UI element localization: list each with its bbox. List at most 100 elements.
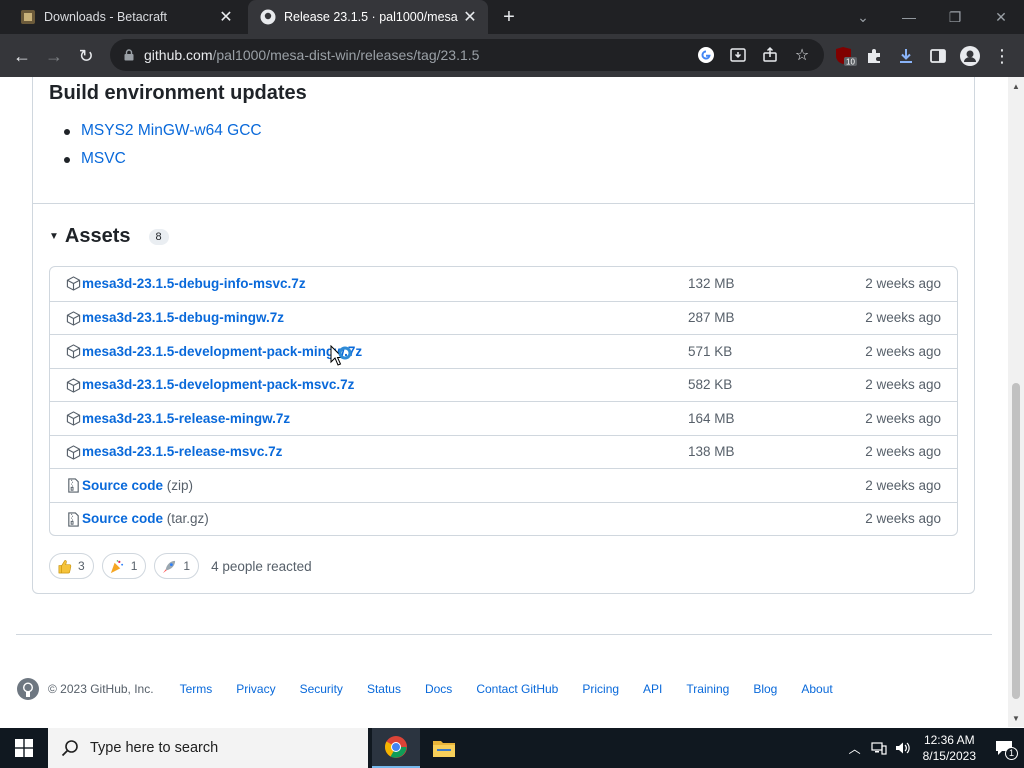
asset-download-link[interactable]: Source code (tar.gz) <box>82 511 209 526</box>
reaction-count: 1 <box>130 559 138 573</box>
section-divider <box>33 203 974 204</box>
downloads-icon[interactable] <box>892 42 920 70</box>
build-environment-heading: Build environment updates <box>49 82 307 104</box>
close-tab-icon[interactable]: ✕ <box>458 5 482 29</box>
asset-row: mesa3d-23.1.5-development-pack-msvc.7z 58… <box>50 367 957 402</box>
taskbar-chrome-icon[interactable] <box>372 728 420 768</box>
reload-icon[interactable]: ↻ <box>72 42 100 70</box>
github-release-page: Build environment updates MSYS2 MinGW-w6… <box>0 77 1008 727</box>
asset-download-link[interactable]: Source code (zip) <box>82 478 193 493</box>
network-icon[interactable] <box>867 728 891 768</box>
tab-search-icon[interactable]: ⌄ <box>840 0 886 34</box>
package-icon <box>66 310 82 327</box>
package-icon <box>66 276 82 292</box>
tada-icon <box>109 558 125 574</box>
footer-link-training[interactable]: Training <box>686 682 729 696</box>
build-env-link-msvc[interactable]: MSVC <box>64 150 126 168</box>
restore-icon[interactable]: ❐ <box>932 0 978 34</box>
asset-date: 2 weeks ago <box>865 511 941 527</box>
clock-date: 8/15/2023 <box>922 749 976 763</box>
scrollbar-thumb[interactable] <box>1012 383 1020 699</box>
notifications-icon[interactable]: 1 <box>984 728 1024 768</box>
show-hidden-icons-icon[interactable]: ︿ <box>843 728 867 768</box>
address-bar[interactable]: github.com/pal1000/mesa-dist-win/release… <box>110 39 824 71</box>
site-footer: © 2023 GitHub, Inc. Terms Privacy Security… <box>16 677 857 701</box>
footer-link-status[interactable]: Status <box>367 682 401 696</box>
ublock-origin-icon[interactable]: 10 <box>832 42 860 70</box>
asset-download-link[interactable]: mesa3d-23.1.5-debug-info-msvc.7z <box>82 276 306 291</box>
ublock-badge: 10 <box>846 58 855 67</box>
asset-download-link[interactable]: mesa3d-23.1.5-release-mingw.7z <box>82 411 290 426</box>
side-panel-icon[interactable] <box>924 42 952 70</box>
asset-size: 132 MB <box>688 276 735 292</box>
taskbar-clock[interactable]: 12:36 AM 8/15/2023 <box>923 732 976 764</box>
new-tab-button[interactable]: + <box>496 5 522 29</box>
asset-date: 2 weeks ago <box>865 276 941 292</box>
tab-title: Release 23.1.5 · pal1000/mesa-dist-win <box>284 10 458 24</box>
tab-release-23-1-5[interactable]: Release 23.1.5 · pal1000/mesa-dist-win ✕ <box>248 0 488 34</box>
share-icon[interactable] <box>760 45 780 65</box>
windows-start-icon[interactable] <box>0 728 48 768</box>
reaction-tada-button[interactable]: 1 <box>101 553 147 579</box>
reaction-thumbs-up-button[interactable]: 3 <box>49 553 94 579</box>
caret-down-icon: ▼ <box>49 231 59 242</box>
footer-link-about[interactable]: About <box>801 682 832 696</box>
profile-avatar-icon[interactable] <box>956 42 984 70</box>
asset-row: mesa3d-23.1.5-development-pack-mingw.7z 5… <box>50 334 957 368</box>
clock-time: 12:36 AM <box>923 733 975 747</box>
file-zip-icon <box>66 511 82 528</box>
footer-link-contact-github[interactable]: Contact GitHub <box>476 682 558 696</box>
betacraft-favicon-icon <box>20 9 36 25</box>
asset-size: 571 KB <box>688 343 733 359</box>
scroll-down-icon[interactable]: ▼ <box>1008 711 1024 725</box>
asset-date: 2 weeks ago <box>865 444 941 460</box>
footer-link-pricing[interactable]: Pricing <box>582 682 619 696</box>
build-env-link-msys2[interactable]: MSYS2 MinGW-w64 GCC <box>64 122 262 140</box>
tab-downloads-betacraft[interactable]: Downloads - Betacraft ✕ <box>8 0 244 34</box>
mouse-cursor-busy-icon <box>330 344 356 378</box>
minimize-icon[interactable]: — <box>886 0 932 34</box>
asset-download-link[interactable]: mesa3d-23.1.5-development-pack-mingw.7z <box>82 344 362 359</box>
package-icon <box>66 411 82 427</box>
footer-link-terms[interactable]: Terms <box>180 682 213 696</box>
asset-download-link[interactable]: mesa3d-23.1.5-release-msvc.7z <box>82 444 282 459</box>
extensions-puzzle-icon[interactable] <box>860 42 888 70</box>
asset-date: 2 weeks ago <box>865 343 941 359</box>
scroll-up-icon[interactable]: ▲ <box>1008 79 1024 93</box>
footer-link-security[interactable]: Security <box>300 682 343 696</box>
assets-toggle[interactable]: ▼ Assets 8 <box>49 225 169 248</box>
github-logo-icon[interactable] <box>16 677 40 701</box>
asset-date: 2 weeks ago <box>865 310 941 326</box>
chrome-menu-icon[interactable]: ⋮ <box>988 42 1016 70</box>
lock-icon[interactable] <box>122 48 136 62</box>
page-scrollbar[interactable]: ▲ ▼ <box>1008 77 1024 727</box>
assets-count-badge: 8 <box>148 228 169 245</box>
footer-link-api[interactable]: API <box>643 682 662 696</box>
system-tray: ︿ 12:36 AM 8/15/2023 1 <box>843 728 1024 768</box>
asset-download-link[interactable]: mesa3d-23.1.5-debug-mingw.7z <box>82 310 284 325</box>
asset-size: 582 KB <box>688 377 733 393</box>
forward-icon[interactable]: → <box>40 42 68 70</box>
bookmark-star-icon[interactable]: ☆ <box>792 45 812 65</box>
reaction-rocket-button[interactable]: 1 <box>154 553 200 579</box>
footer-link-blog[interactable]: Blog <box>753 682 777 696</box>
asset-size: 287 MB <box>688 310 735 326</box>
close-tab-icon[interactable]: ✕ <box>214 5 238 29</box>
asset-date: 2 weeks ago <box>865 377 941 393</box>
google-icon[interactable] <box>696 45 716 65</box>
close-window-icon[interactable]: ✕ <box>978 0 1024 34</box>
install-app-icon[interactable] <box>728 45 748 65</box>
asset-date: 2 weeks ago <box>865 410 941 426</box>
footer-divider <box>16 634 992 635</box>
footer-link-privacy[interactable]: Privacy <box>236 682 275 696</box>
assets-list: mesa3d-23.1.5-debug-info-msvc.7z 132 MB 2 … <box>49 266 958 536</box>
windows-taskbar: Type here to search ︿ 12:36 AM 8/15/2023… <box>0 728 1024 768</box>
taskbar-search-box[interactable]: Type here to search <box>48 728 368 768</box>
taskbar-file-explorer-icon[interactable] <box>420 728 468 768</box>
back-icon[interactable]: ← <box>8 42 36 70</box>
asset-download-link[interactable]: mesa3d-23.1.5-development-pack-msvc.7z <box>82 377 354 392</box>
volume-icon[interactable] <box>891 728 915 768</box>
footer-link-docs[interactable]: Docs <box>425 682 452 696</box>
package-icon <box>66 444 82 461</box>
reactions-summary: 4 people reacted <box>211 558 312 574</box>
